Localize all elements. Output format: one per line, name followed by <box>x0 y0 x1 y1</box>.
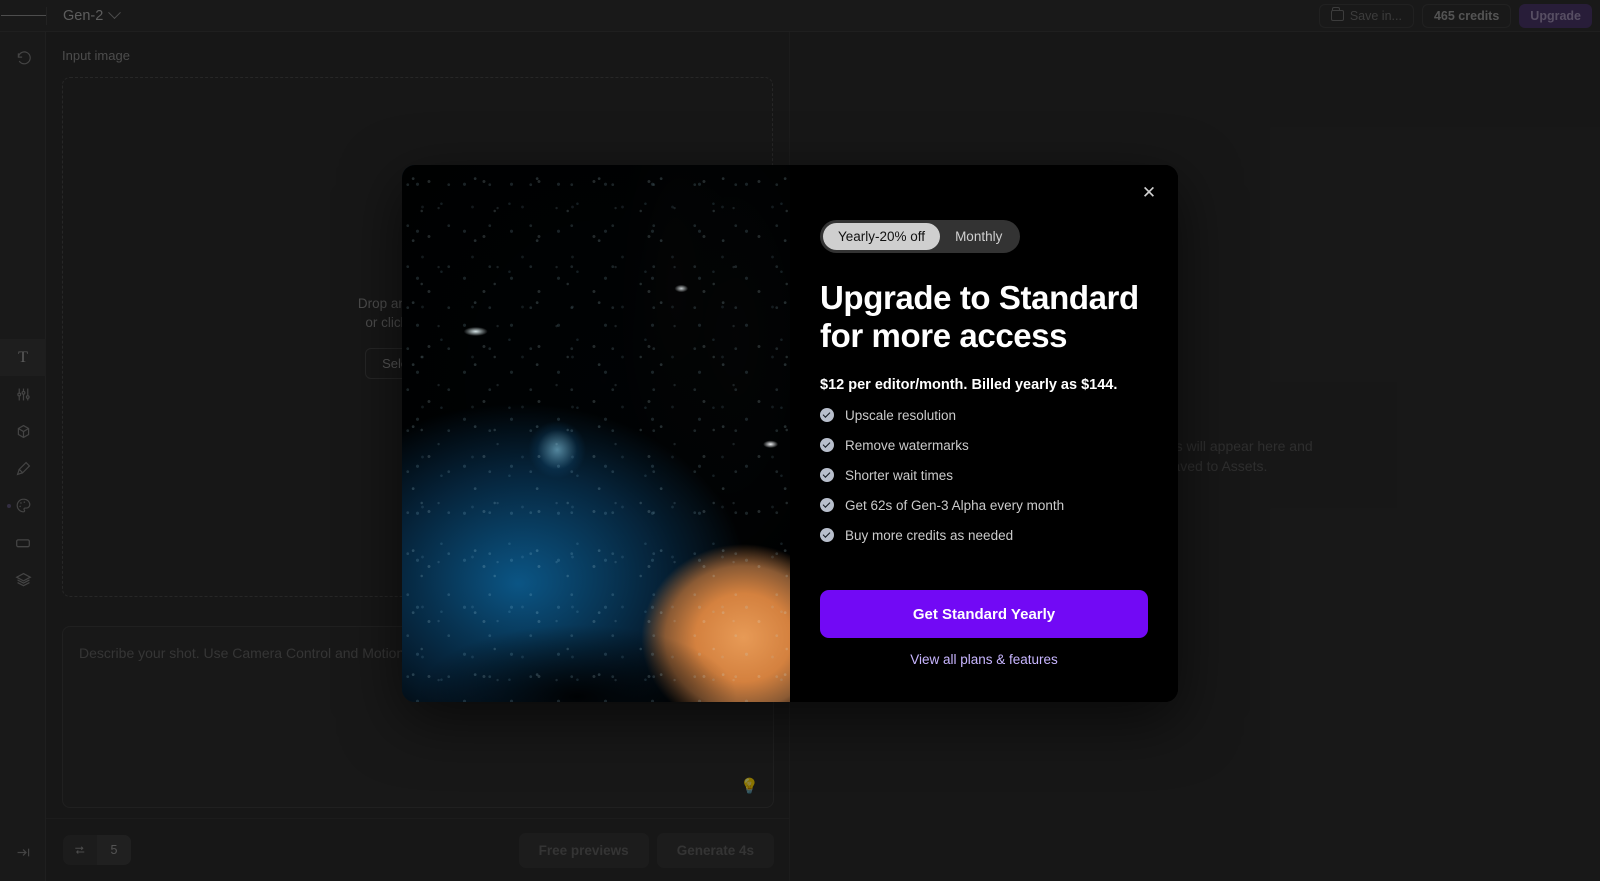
modal-content: ✕ Yearly-20% off Monthly Upgrade to Stan… <box>790 165 1178 702</box>
upgrade-modal: ✕ Yearly-20% off Monthly Upgrade to Stan… <box>402 165 1178 702</box>
view-all-plans-link[interactable]: View all plans & features <box>790 652 1178 667</box>
check-circle-icon <box>820 468 834 483</box>
check-circle-icon <box>820 528 834 543</box>
feature-label: Get 62s of Gen-3 Alpha every month <box>845 497 1065 513</box>
billing-option-yearly[interactable]: Yearly-20% off <box>823 223 941 250</box>
modal-title-line-2: for more access <box>820 317 1068 355</box>
feature-label: Shorter wait times <box>845 467 954 483</box>
close-icon[interactable]: ✕ <box>1138 181 1160 203</box>
feature-label: Remove watermarks <box>845 437 969 453</box>
feature-item: Get 62s of Gen-3 Alpha every month <box>820 498 1148 513</box>
modal-title: Upgrade to Standard for more access <box>820 279 1148 356</box>
modal-title-line-1: Upgrade to Standard <box>820 279 1139 316</box>
modal-price: $12 per editor/month. Billed yearly as $… <box>820 376 1118 393</box>
feature-list: Upscale resolution Remove watermarks Sho… <box>820 408 1148 543</box>
check-circle-icon <box>820 438 834 453</box>
feature-item: Upscale resolution <box>820 408 1148 423</box>
billing-option-monthly[interactable]: Monthly <box>940 223 1017 250</box>
feature-item: Remove watermarks <box>820 438 1148 453</box>
feature-label: Upscale resolution <box>845 407 957 423</box>
feature-item: Buy more credits as needed <box>820 528 1148 543</box>
feature-item: Shorter wait times <box>820 468 1148 483</box>
get-standard-yearly-button[interactable]: Get Standard Yearly <box>820 590 1148 638</box>
check-circle-icon <box>820 498 834 513</box>
feature-label: Buy more credits as needed <box>845 527 1014 543</box>
check-circle-icon <box>820 408 834 423</box>
billing-toggle: Yearly-20% off Monthly <box>820 220 1021 253</box>
modal-artwork <box>402 165 790 702</box>
app-root: Gen-2 Save in... 465 credits Upgrade T I… <box>0 0 1600 881</box>
